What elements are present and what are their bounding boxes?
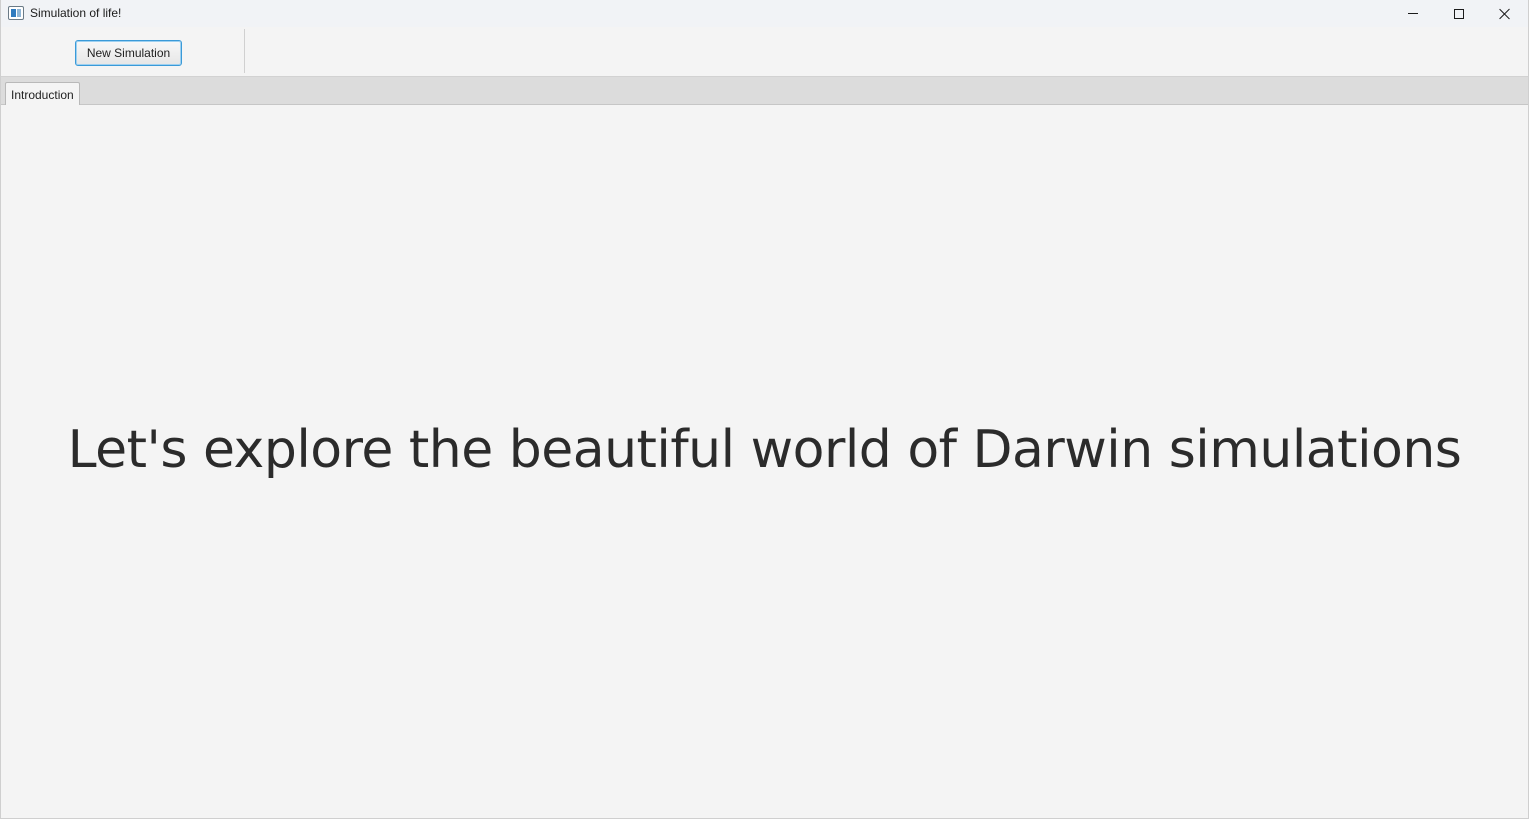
minimize-button[interactable] [1390,0,1436,27]
app-window: Simulation of life! New Simulation Intro… [0,0,1529,819]
app-window-icon [8,6,24,20]
tab-content: Let's explore the beautiful world of Dar… [1,105,1528,818]
window-controls [1390,0,1528,27]
new-simulation-button[interactable]: New Simulation [75,40,182,66]
window-title: Simulation of life! [30,6,122,20]
minimize-icon [1408,13,1418,14]
close-button[interactable] [1482,0,1528,27]
maximize-icon [1454,8,1464,19]
maximize-button[interactable] [1436,0,1482,27]
toolbar-divider [244,29,245,73]
tab-bar: Introduction [1,77,1528,106]
close-icon [1499,8,1511,20]
intro-headline: Let's explore the beautiful world of Dar… [67,420,1462,480]
toolbar: New Simulation [1,27,1528,77]
tab-introduction[interactable]: Introduction [5,82,80,106]
title-bar[interactable]: Simulation of life! [1,0,1528,27]
